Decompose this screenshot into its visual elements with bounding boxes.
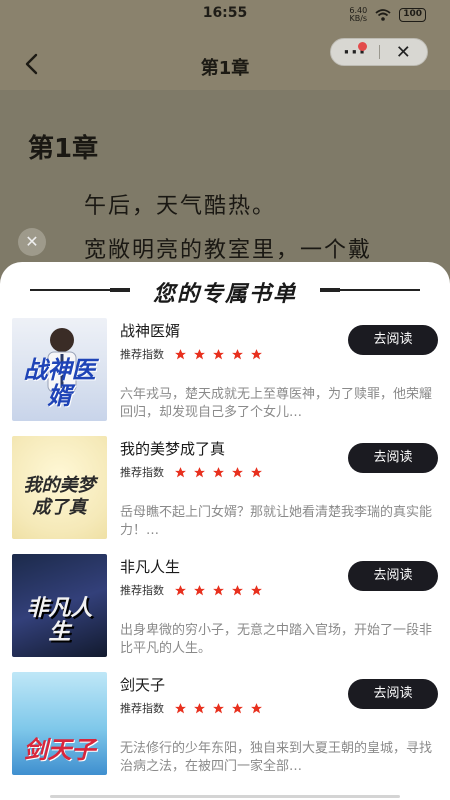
star-icon <box>194 702 205 713</box>
dismiss-close-icon[interactable]: ✕ <box>18 228 46 256</box>
book-item[interactable]: 剑天子 剑天子 推荐指数 去阅读 无法修行的少年东阳，独自来到大夏王朝的皇城，寻… <box>0 672 450 790</box>
star-icon <box>213 348 224 359</box>
book-cover[interactable]: 剑天子 <box>12 672 107 775</box>
book-recommendation-sheet: 您的专属书单 战神医婿 战神医婿 推荐指数 去阅读 六年戎马，楚天成就无上至尊医… <box>0 262 450 800</box>
wifi-icon <box>375 9 391 21</box>
paragraph: 午后，天气酷热。 <box>84 194 277 219</box>
recommend-label: 推荐指数 <box>120 466 164 479</box>
read-button[interactable]: 去阅读 <box>348 325 438 355</box>
star-rating <box>174 348 263 361</box>
star-icon <box>213 584 224 595</box>
book-item[interactable]: 我的美梦成了真 我的美梦成了真 推荐指数 去阅读 岳母瞧不起上门女婿？那就让她看… <box>0 436 450 554</box>
recommend-row: 推荐指数 <box>120 582 263 598</box>
book-description: 无法修行的少年东阳，独自来到大夏王朝的皇城，寻找治病之法，在被四门一家全部… <box>120 741 433 774</box>
mini-program-capsule: ··· ✕ <box>330 38 428 66</box>
recommend-row: 推荐指数 <box>120 346 263 362</box>
recommend-label: 推荐指数 <box>120 584 164 597</box>
paragraph: 宽敞明亮的教室里，一个戴 <box>84 238 373 263</box>
star-icon <box>175 584 186 595</box>
book-title: 剑天子 <box>120 676 166 694</box>
book-cover[interactable]: 战神医婿 <box>12 318 107 421</box>
close-button[interactable]: ✕ <box>380 39 428 65</box>
star-icon <box>251 348 262 359</box>
reader-header: 第1章 ··· ✕ <box>0 28 450 90</box>
star-icon <box>232 466 243 477</box>
read-button[interactable]: 去阅读 <box>348 561 438 591</box>
sheet-title: 您的专属书单 <box>152 282 297 307</box>
recommend-label: 推荐指数 <box>120 348 164 361</box>
home-indicator <box>50 795 400 798</box>
status-bar: 16:55 6.40 KB/s 100 <box>0 0 450 28</box>
star-icon <box>194 348 205 359</box>
recommend-row: 推荐指数 <box>120 700 263 716</box>
star-icon <box>213 466 224 477</box>
star-icon <box>232 702 243 713</box>
notification-dot <box>357 42 367 51</box>
star-icon <box>251 466 262 477</box>
status-indicators: 6.40 KB/s 100 <box>349 7 426 23</box>
star-rating <box>174 466 263 479</box>
cover-title: 战神医婿 <box>23 356 96 410</box>
star-icon <box>232 584 243 595</box>
cover-title: 我的美梦成了真 <box>23 475 96 518</box>
star-icon <box>194 466 205 477</box>
star-icon <box>175 702 186 713</box>
read-button[interactable]: 去阅读 <box>348 679 438 709</box>
cover-title: 非凡人生 <box>26 596 93 645</box>
book-cover[interactable]: 我的美梦成了真 <box>12 436 107 539</box>
book-title: 战神医婿 <box>120 322 181 340</box>
read-button[interactable]: 去阅读 <box>348 443 438 473</box>
recommend-row: 推荐指数 <box>120 464 263 480</box>
book-item[interactable]: 战神医婿 战神医婿 推荐指数 去阅读 六年戎马，楚天成就无上至尊医神，为了赎罪，… <box>0 318 450 436</box>
sheet-header: 您的专属书单 <box>0 276 450 307</box>
book-title: 非凡人生 <box>120 558 181 576</box>
book-cover[interactable]: 非凡人生 <box>12 554 107 657</box>
book-description: 六年戎马，楚天成就无上至尊医神，为了赎罪，他荣耀回归，却发现自己多了个女儿… <box>120 387 433 420</box>
battery-indicator: 100 <box>399 8 426 22</box>
more-button[interactable]: ··· <box>331 39 379 65</box>
star-rating <box>174 584 263 597</box>
close-icon: ✕ <box>395 41 411 63</box>
network-speed: 6.40 KB/s <box>349 6 368 23</box>
star-icon <box>251 702 262 713</box>
recommend-label: 推荐指数 <box>120 702 164 715</box>
star-icon <box>232 348 243 359</box>
chapter-heading: 第1章 <box>28 134 99 164</box>
star-icon <box>194 584 205 595</box>
star-icon <box>213 702 224 713</box>
star-icon <box>175 348 186 359</box>
book-item[interactable]: 非凡人生 非凡人生 推荐指数 去阅读 出身卑微的穷小子，无意之中踏入官场，开始了… <box>0 554 450 672</box>
star-icon <box>251 584 262 595</box>
star-rating <box>174 702 263 715</box>
star-icon <box>175 466 186 477</box>
cover-title: 剑天子 <box>23 736 96 764</box>
reader-body: 第1章 午后，天气酷热。 ✕ 宽敞明亮的教室里，一个戴 <box>0 90 450 270</box>
book-description: 岳母瞧不起上门女婿？那就让她看清楚我李瑞的真实能力！… <box>120 505 433 538</box>
book-description: 出身卑微的穷小子，无意之中踏入官场，开始了一段非比平凡的人生。 <box>120 623 433 656</box>
book-title: 我的美梦成了真 <box>120 440 226 458</box>
decorative-line <box>320 288 420 292</box>
